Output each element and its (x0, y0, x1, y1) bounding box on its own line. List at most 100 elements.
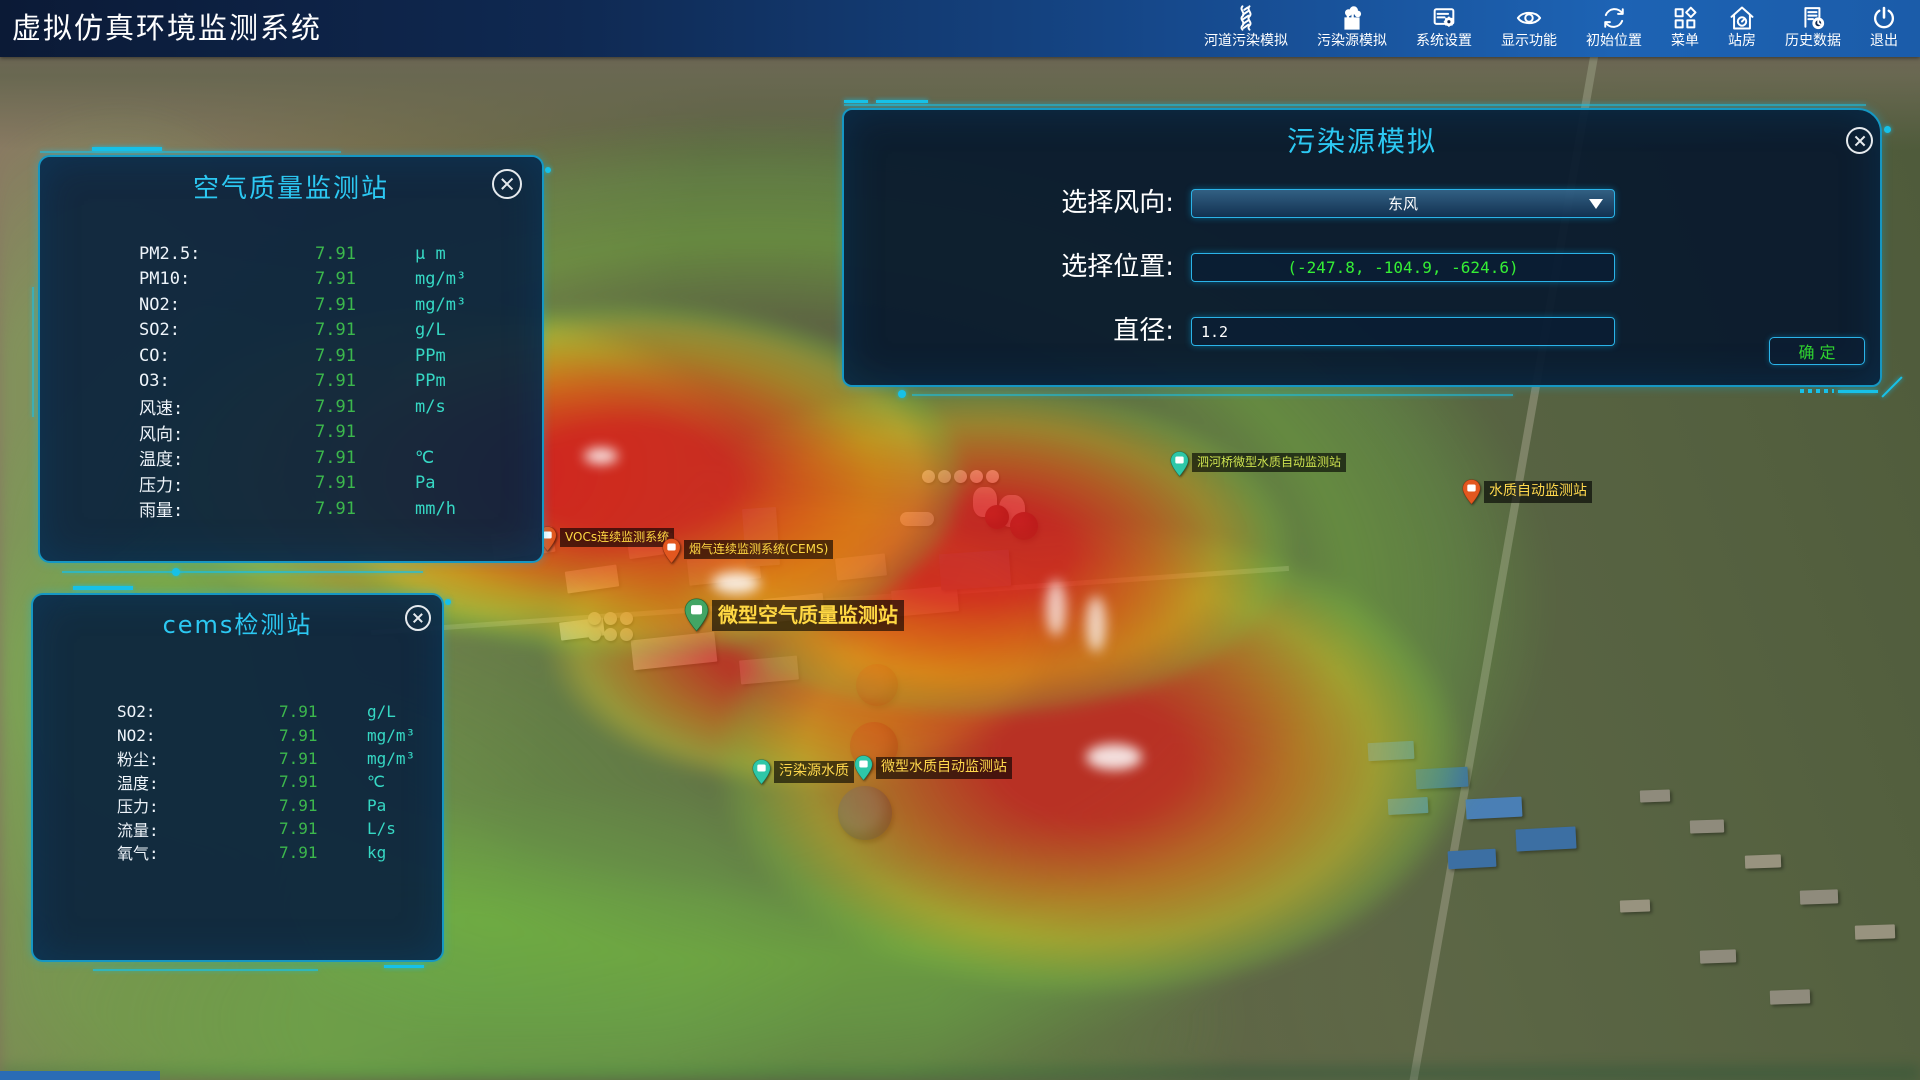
row-value: 7.91 (315, 371, 415, 391)
row-label: 氧气: (117, 840, 279, 864)
position-value: (-247.8, -104.9, -624.6) (1287, 258, 1518, 277)
storage-tank (970, 470, 983, 483)
data-row: 氧气: 7.91 kg (33, 840, 442, 863)
building (1855, 924, 1895, 939)
map-marker[interactable]: 微型空气质量监测站 (684, 598, 904, 632)
wind-direction-label: 选择风向: (844, 189, 1174, 218)
row-value: 7.91 (279, 702, 367, 721)
building (1515, 826, 1576, 851)
building (939, 550, 1011, 591)
panel-decoration (384, 965, 424, 968)
building (1368, 741, 1415, 761)
cems-panel-rows: SO2: 7.91 g/L NO2: 7.91 mg/m³ 粉尘: 7.91 m… (33, 700, 442, 864)
marker-label: 微型空气质量监测站 (712, 600, 904, 631)
pollution-simulation-panel: 污染源模拟 选择风向: 东风 选择位置: (-247.8, -104.9, -6… (842, 108, 1882, 387)
menu-item[interactable]: 历史数据 (1785, 0, 1841, 51)
row-label: 雨量: (139, 496, 315, 521)
row-label: PM10: (139, 269, 315, 289)
gas-sphere (838, 786, 892, 840)
panel-decoration (876, 100, 928, 103)
map-marker[interactable]: 污染源水质 (752, 759, 854, 785)
top-menu: 河道污染模拟 污染源模拟 系统设置 显示功能 (1204, 0, 1898, 57)
panel-decoration (898, 390, 906, 398)
menu-item[interactable]: 河道污染模拟 (1204, 0, 1288, 51)
row-unit: g/L (367, 702, 396, 721)
building (631, 632, 718, 671)
data-row: O3: 7.91 PPm (40, 369, 542, 395)
map-marker[interactable]: 水质自动监测站 (1462, 479, 1592, 505)
close-icon[interactable] (492, 169, 522, 199)
building (1745, 854, 1781, 868)
menu-item-label: 菜单 (1671, 32, 1699, 51)
menu-item[interactable]: 污染源模拟 (1317, 0, 1387, 51)
wind-direction-row: 选择风向: 东风 (844, 189, 1174, 218)
menu-item-icon (1232, 4, 1260, 32)
chevron-down-icon (1589, 199, 1603, 209)
building (1800, 889, 1838, 904)
position-input[interactable]: (-247.8, -104.9, -624.6) (1191, 253, 1615, 282)
diameter-input[interactable]: 1.2 (1191, 317, 1615, 346)
map-pin-icon (854, 755, 873, 781)
menu-item-label: 退出 (1870, 32, 1898, 51)
map-marker[interactable]: 泗河桥微型水质自动监测站 (1170, 451, 1346, 477)
row-label: O3: (139, 371, 315, 391)
menu-item[interactable]: 站房 (1728, 0, 1756, 51)
close-icon[interactable] (405, 605, 431, 631)
map-pin-icon (662, 538, 681, 564)
row-label: NO2: (139, 295, 315, 315)
storage-tank (954, 470, 967, 483)
panel-decoration (40, 151, 341, 153)
gas-sphere (1010, 512, 1038, 540)
treatment-basin (620, 612, 633, 625)
map-marker[interactable]: 烟气连续监测系统(CEMS) (662, 538, 833, 564)
row-label: 压力: (139, 471, 315, 496)
row-unit: L/s (367, 819, 396, 838)
row-unit: mg/m³ (367, 749, 415, 768)
row-label: 温度: (139, 445, 315, 470)
menu-item-icon (1338, 4, 1366, 32)
row-value: 7.91 (315, 320, 415, 340)
menu-item-icon (1870, 4, 1898, 32)
gas-sphere (985, 505, 1009, 529)
close-icon[interactable] (1846, 127, 1873, 154)
panel-decoration (844, 104, 1866, 106)
row-unit: mg/m³ (367, 726, 415, 745)
confirm-button[interactable]: 确 定 (1769, 337, 1865, 365)
map-marker[interactable]: VOCs连续监测系统 (538, 526, 674, 552)
map-pin-icon (752, 759, 771, 785)
smoke-plume (1086, 596, 1106, 652)
menu-item[interactable]: 显示功能 (1501, 0, 1557, 51)
wind-direction-select[interactable]: 东风 (1191, 189, 1615, 218)
building (1700, 949, 1736, 963)
building (1466, 797, 1523, 820)
app-title: 虚拟仿真环境监测系统 (12, 0, 322, 57)
menu-item-label: 污染源模拟 (1317, 32, 1387, 51)
row-unit: m/s (415, 397, 446, 417)
air-panel-title: 空气质量监测站 (40, 168, 542, 205)
map-marker[interactable]: 微型水质自动监测站 (854, 755, 1012, 781)
wind-direction-value: 东风 (1388, 193, 1418, 214)
menu-item-icon (1430, 4, 1458, 32)
treatment-basin (620, 628, 633, 641)
building (1770, 989, 1810, 1004)
data-row: PM2.5: 7.91 μ m (40, 241, 542, 267)
row-value: 7.91 (279, 749, 367, 768)
menu-item-icon (1515, 4, 1543, 32)
menu-item[interactable]: 菜单 (1671, 0, 1699, 51)
menu-item-label: 站房 (1728, 32, 1756, 51)
menu-item-label: 显示功能 (1501, 32, 1557, 51)
row-value: 7.91 (279, 772, 367, 791)
menu-item[interactable]: 系统设置 (1416, 0, 1472, 51)
menu-item-label: 系统设置 (1416, 32, 1472, 51)
smoke-plume (1046, 580, 1066, 636)
diameter-value: 1.2 (1201, 323, 1228, 341)
smoke-plume (1086, 744, 1142, 770)
menu-item[interactable]: 初始位置 (1586, 0, 1642, 51)
row-value: 7.91 (315, 499, 415, 519)
row-value: 7.91 (279, 843, 367, 862)
marker-label: 水质自动监测站 (1484, 481, 1592, 503)
menu-item[interactable]: 退出 (1870, 0, 1898, 51)
row-unit: mg/m³ (415, 269, 466, 289)
system-settings-icon (1430, 4, 1458, 32)
panel-decoration (73, 586, 133, 590)
